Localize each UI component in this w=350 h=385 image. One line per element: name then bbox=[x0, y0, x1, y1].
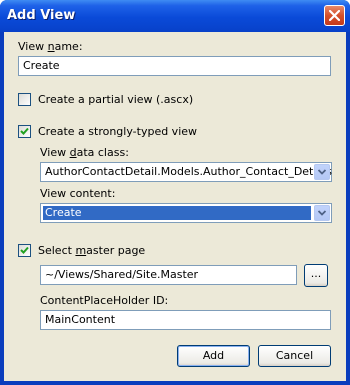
cancel-button[interactable]: Cancel bbox=[258, 345, 331, 367]
dialog-body: View name: Create Create a partial view … bbox=[4, 32, 346, 381]
add-view-dialog: Add View View name: Create Create a part… bbox=[0, 0, 350, 385]
view-data-class-value: AuthorContactDetail.Models.Author_Contac… bbox=[45, 165, 332, 178]
browse-button[interactable]: ... bbox=[304, 264, 328, 287]
dropdown-button[interactable] bbox=[314, 164, 330, 180]
view-data-class-label: View data class: bbox=[40, 146, 129, 159]
partial-view-label[interactable]: Create a partial view (.ascx) bbox=[38, 93, 193, 106]
master-page-path-input[interactable]: ~/Views/Shared/Site.Master bbox=[40, 265, 297, 285]
checkmark-icon bbox=[20, 127, 29, 135]
add-button[interactable]: Add bbox=[177, 345, 250, 367]
checkmark-icon bbox=[20, 246, 29, 254]
chevron-down-icon bbox=[318, 169, 326, 175]
close-icon bbox=[329, 10, 340, 21]
title-bar[interactable]: Add View bbox=[0, 0, 350, 32]
view-content-value: Create bbox=[43, 206, 311, 220]
dialog-title: Add View bbox=[7, 8, 76, 23]
strongly-typed-label[interactable]: Create a strongly-typed view bbox=[38, 125, 197, 138]
content-placeholder-input[interactable]: MainContent bbox=[40, 310, 331, 330]
partial-view-checkbox[interactable] bbox=[18, 93, 31, 106]
dropdown-button[interactable] bbox=[314, 205, 330, 221]
select-master-page-checkbox[interactable] bbox=[18, 244, 31, 257]
view-name-input[interactable]: Create bbox=[18, 56, 331, 76]
select-master-page-label[interactable]: Select master page bbox=[38, 244, 145, 257]
close-button[interactable] bbox=[324, 5, 345, 26]
content-placeholder-label: ContentPlaceHolder ID: bbox=[40, 294, 169, 307]
view-content-label: View content: bbox=[40, 187, 116, 200]
view-name-label: View name: bbox=[18, 40, 83, 53]
view-content-select[interactable]: Create bbox=[40, 203, 332, 223]
chevron-down-icon bbox=[318, 210, 326, 216]
strongly-typed-checkbox[interactable] bbox=[18, 125, 31, 138]
view-data-class-select[interactable]: AuthorContactDetail.Models.Author_Contac… bbox=[40, 162, 332, 182]
